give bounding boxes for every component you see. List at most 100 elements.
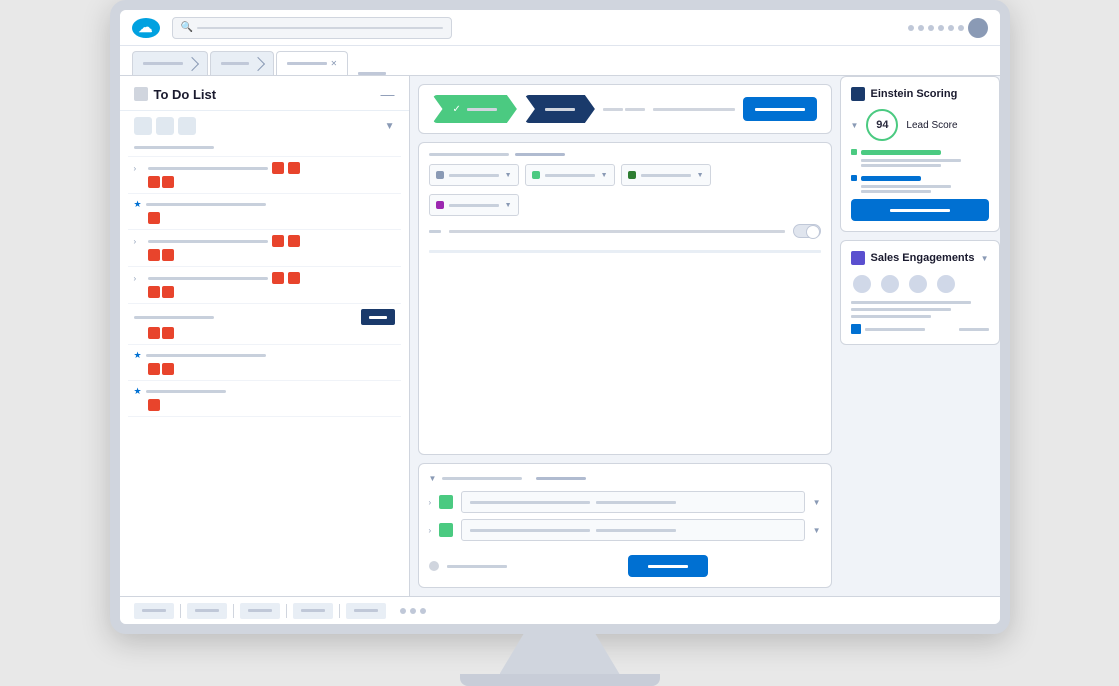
nav-tab-3[interactable]: ✕ [276,51,349,75]
action-label [755,108,805,111]
sales-collapse-icon[interactable]: ▼ [981,254,989,263]
item-sub [134,249,395,261]
bottom-item-3[interactable] [240,603,280,619]
panel-subtitle-line [515,153,565,156]
toolbar-btn-3[interactable] [178,117,196,135]
nav-tab-1[interactable] [132,51,208,75]
sep-1 [180,604,181,618]
item-badge [272,162,284,174]
sales-line-1 [851,301,971,304]
toggle-track [449,230,785,233]
item-badge [288,162,300,174]
sales-icon [851,251,865,265]
form-row-1: ▼ ▼ ▼ [429,164,821,186]
sidebar-items: › [120,141,409,581]
select-field-2[interactable]: ▼ [525,164,615,186]
bottom-bar [120,596,1000,624]
bottom-label-2 [195,609,219,612]
sales-avatars [851,273,989,295]
panel-title-line [429,153,509,156]
chevron-icon: › [134,274,144,283]
item-sub [134,176,395,188]
panel-title [442,477,522,480]
bottom-item-2[interactable] [187,603,227,619]
step-active[interactable] [525,95,595,123]
list-item[interactable]: › [128,230,401,267]
einstein-action-btn[interactable] [851,199,989,221]
sales-avatar-4 [935,273,957,295]
item-sub [134,399,395,411]
check-icon: ✓ [453,104,461,115]
score-bar-row-2 [851,175,989,181]
score-bar-1 [861,150,941,155]
list-item[interactable]: ★ [128,194,401,230]
bottom-item-5[interactable] [346,603,386,619]
item-action-btn[interactable] [361,309,395,325]
nav-dot-5 [948,25,954,31]
select-color-4 [436,201,444,209]
item-icon-1 [439,495,453,509]
sub-badge [148,327,160,339]
select-field-1[interactable]: ▼ [429,164,519,186]
item-badge [272,272,284,284]
score-bar-row-1 [851,149,989,155]
score-expand-icon[interactable]: ▼ [851,121,859,130]
sep-2 [233,604,234,618]
item-value [596,529,676,532]
sub-badge [162,249,174,261]
bottom-bar-extra [400,608,426,614]
edit-panel: ▼ ▼ ▼ [418,142,832,455]
item-badge [288,235,300,247]
tab-2-label [221,62,249,65]
tab-2-dropdown-icon [250,56,264,70]
list-item[interactable]: ★ [128,345,401,381]
footer-text [447,565,507,568]
bottom-item-1[interactable] [134,603,174,619]
select-field-4[interactable]: ▼ [429,194,519,216]
list-item[interactable] [128,304,401,345]
list-item[interactable]: › [128,267,401,304]
search-icon: 🔍 [181,22,193,33]
tab-3-close-icon[interactable]: ✕ [331,59,338,68]
list-item[interactable]: › [128,157,401,194]
lead-score-label: Lead Score [906,120,957,131]
tab-1-label [143,62,183,65]
footer-indicator [429,561,439,571]
chevron-icon: › [134,237,144,246]
select-arrow-1: ▼ [505,172,512,179]
search-bar[interactable]: 🔍 [172,17,452,39]
section-item-2[interactable]: › ▼ [429,519,821,541]
section-items: › ▼ › [429,491,821,541]
section-action-btn[interactable] [628,555,708,577]
user-avatar[interactable] [968,18,988,38]
lead-score-circle: 94 [866,109,898,141]
item-text [146,354,266,357]
activity-action-btn[interactable] [743,97,817,121]
select-field-3[interactable]: ▼ [621,164,711,186]
action-btn-text [890,209,950,212]
main-content: To Do List — ▼ [120,76,1000,596]
select-color-1 [436,171,444,179]
bottom-item-4[interactable] [293,603,333,619]
nav-tab-2[interactable] [210,51,274,75]
item-badge [272,235,284,247]
dot-2 [625,108,645,111]
item-text [148,277,268,280]
toolbar-dropdown-icon[interactable]: ▼ [385,121,395,132]
toolbar-btn-1[interactable] [134,117,152,135]
bottom-label-3 [248,609,272,612]
expand-icon[interactable]: ▼ [429,474,437,483]
sidebar-collapse-icon[interactable]: — [381,86,395,102]
toggle-row [429,224,821,238]
tab-1-dropdown-icon [184,56,198,70]
logo-symbol: ☁ [139,19,153,36]
nav-dot-6 [958,25,964,31]
einstein-icon [851,87,865,101]
nav-dot-3 [928,25,934,31]
toolbar-btn-2[interactable] [156,117,174,135]
monitor-wrapper: ☁ 🔍 [110,0,1010,686]
section-item-1[interactable]: › ▼ [429,491,821,513]
toggle-switch[interactable] [793,224,821,238]
score-label-2 [861,164,941,167]
list-item[interactable]: ★ [128,381,401,417]
